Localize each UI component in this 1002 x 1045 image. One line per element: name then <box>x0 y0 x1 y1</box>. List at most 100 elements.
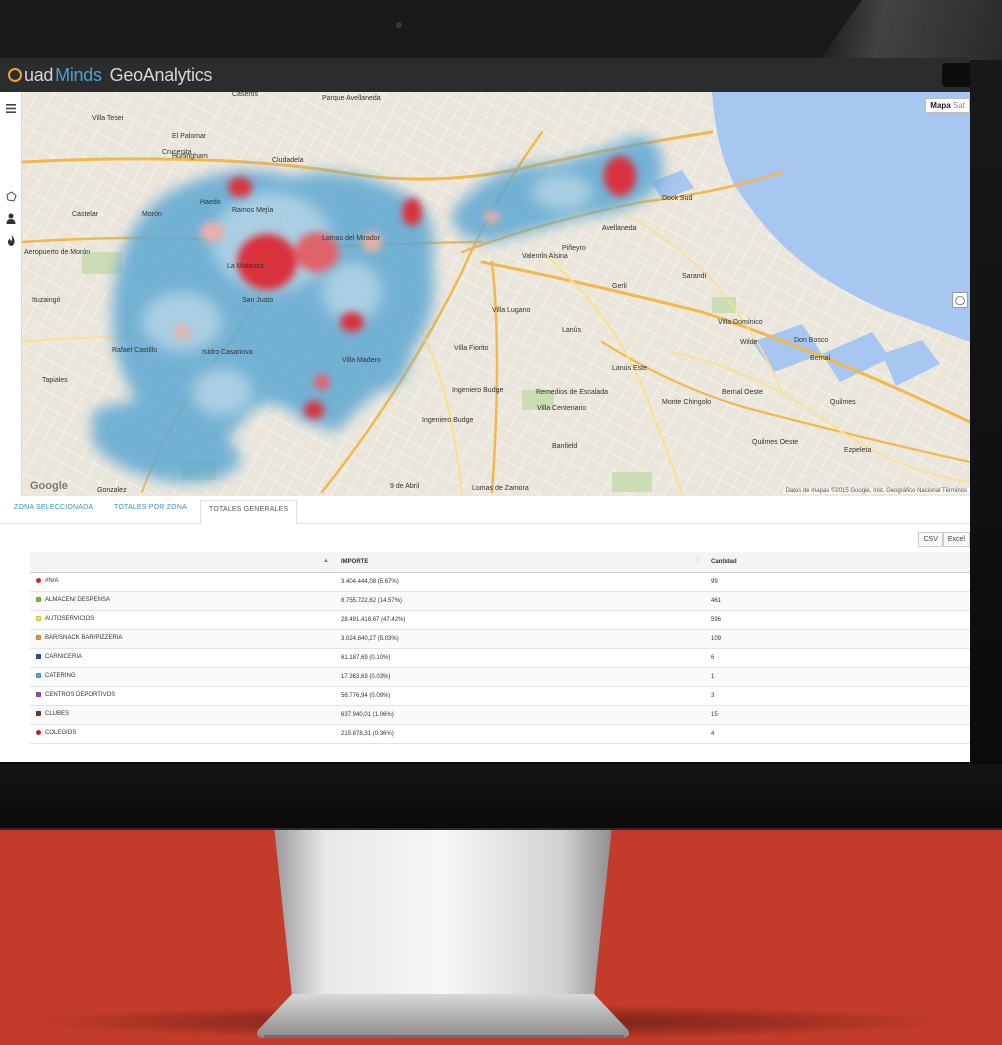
table-row[interactable]: #N/A 3.404.444,08 (5.67%) 99 <box>30 572 970 592</box>
logo-q-icon <box>8 68 22 82</box>
totals-panel: CSV Excel ▲ IMPORTE ↕ Cantidad #N/A 3.404.… <box>0 524 970 762</box>
cell-importe: 56.776,94 (0.09%) <box>335 686 705 706</box>
results-tabs: ZONA SELECCIONADA TOTALES POR ZONA TOTAL… <box>0 496 970 525</box>
logo-text-minds: Minds <box>55 64 102 85</box>
category-name: ALMACEN/ DESPENSA <box>45 597 111 604</box>
map-place-label: Ezpeleta <box>844 447 871 454</box>
category-name: CARNICERIA <box>45 654 83 661</box>
map-place-label: Villa Lugano <box>492 307 531 314</box>
map-place-label: San Justo <box>242 297 273 304</box>
table-body: #N/A 3.404.444,08 (5.67%) 99 ALMACEN/ DESPE… <box>30 572 970 744</box>
cell-cantidad: 109 <box>705 629 970 649</box>
map-place-label: Ingeniero Budge <box>452 387 503 394</box>
screen: uad Minds GeoAnalytics Villa Tesei Hurli… <box>0 58 970 762</box>
map-place-label: Ingeniero Budge <box>422 417 473 424</box>
map-place-label: Lomas del Mirador <box>322 235 381 242</box>
map-place-label: Gonzalez <box>97 487 127 494</box>
map-place-label: La Matanza <box>227 263 264 270</box>
map-place-label: Villa Tesei <box>92 115 124 122</box>
map-place-label: Villa Madero <box>342 357 381 364</box>
polygon-draw-icon[interactable] <box>2 186 20 206</box>
map-place-label: Ciudadela <box>272 157 304 164</box>
map-place-label: Caseros <box>232 92 259 98</box>
category-color-swatch <box>36 635 41 641</box>
sort-icon[interactable]: ↕ <box>696 558 699 564</box>
cell-category: AUTOSERVICIOS <box>30 610 335 630</box>
map-place-label: Villa Fiorito <box>454 345 489 352</box>
excel-button[interactable]: Excel <box>942 532 970 547</box>
category-name: COLEGIOS <box>45 730 77 737</box>
category-color-swatch <box>36 673 41 679</box>
cell-importe: 17.363,69 (0.03%) <box>335 667 705 687</box>
cell-importe: 3.024.840,27 (5.03%) <box>335 629 705 649</box>
map-place-label: Monte Chingolo <box>662 399 711 406</box>
cell-category: ALMACEN/ DESPENSA <box>30 591 335 611</box>
cell-importe: 215.878,31 (0.36%) <box>335 724 705 744</box>
fire-icon[interactable] <box>2 230 20 250</box>
csv-button[interactable]: CSV <box>918 532 943 547</box>
user-icon[interactable] <box>2 208 20 228</box>
category-name: CENTROS DEPORTIVOS <box>45 692 116 699</box>
table-row[interactable]: CARNICERIA 61.187,69 (0.10%) 6 <box>30 648 970 668</box>
category-name: BAR/SNACK BAR/PIZZERIA <box>45 635 123 642</box>
col-header-importe[interactable]: IMPORTE ↕ <box>335 552 705 573</box>
category-color-swatch <box>36 711 41 717</box>
table-row[interactable]: CATERING 17.363,69 (0.03%) 1 <box>30 667 970 687</box>
tab-totales-por-zona[interactable]: TOTALES POR ZONA <box>114 504 187 511</box>
map-credit[interactable]: Datos de mapas ©2015 Google, Inst. Geogr… <box>782 488 970 494</box>
cell-importe: 28.491.418,67 (47.42%) <box>335 610 705 630</box>
cell-category: CLUBES <box>30 705 335 725</box>
map-place-label: Ramos Mejía <box>232 207 273 214</box>
category-color-swatch <box>36 578 41 584</box>
map-type-mapa[interactable]: Mapa <box>930 101 950 110</box>
map-place-label: Tapiales <box>42 377 68 384</box>
table-row[interactable]: ALMACEN/ DESPENSA 8.755.722,62 (14.57%) 46… <box>30 591 970 611</box>
map-place-label: Bernal Oeste <box>722 389 763 396</box>
cell-cantidad: 15 <box>705 705 970 725</box>
cell-category: CENTROS DEPORTIVOS <box>30 686 335 706</box>
category-color-swatch <box>36 692 41 698</box>
map-place-label: Piñeyro <box>562 245 586 252</box>
map-place-label: Avellaneda <box>602 225 637 232</box>
map-place-label: Isidro Casanova <box>202 349 253 356</box>
cell-importe: 3.404.444,08 (5.67%) <box>335 572 705 592</box>
map-type-sat[interactable]: Sat <box>953 101 965 110</box>
table-row[interactable]: AUTOSERVICIOS 28.491.418,67 (47.42%) 596 <box>30 610 970 630</box>
app-logo[interactable]: uad Minds GeoAnalytics <box>8 62 212 88</box>
category-color-swatch <box>36 616 41 622</box>
heatmap-map[interactable]: Villa Tesei Hurlingham El Palomar Castelar M… <box>22 92 970 496</box>
menu-icon[interactable] <box>2 98 20 118</box>
table-header-row: ▲ IMPORTE ↕ Cantidad <box>30 552 970 573</box>
cell-importe: 8.755.722,62 (14.57%) <box>335 591 705 611</box>
table-row[interactable]: BAR/SNACK BAR/PIZZERIA 3.024.840,27 (5.03… <box>30 629 970 649</box>
category-name: AUTOSERVICIOS <box>45 616 95 623</box>
map-place-label: Remedios de Escalada <box>536 389 608 396</box>
tab-totales-generales[interactable]: TOTALES GENERALES <box>200 500 298 525</box>
table-row[interactable]: CENTROS DEPORTIVOS 56.776,94 (0.09%) 3 <box>30 686 970 706</box>
map-place-label: 9 de Abril <box>390 483 420 490</box>
map-canvas[interactable]: Villa TeseiHurlinghamEl PalomarCastelar M… <box>22 92 970 496</box>
sort-asc-icon[interactable]: ▲ <box>323 558 329 564</box>
map-place-label: Morón <box>142 211 162 218</box>
cell-importe: 637.940,01 (1.06%) <box>335 705 705 725</box>
map-place-label: Haedo <box>200 199 221 206</box>
map-place-label: Castelar <box>72 211 99 218</box>
map-place-label: Rafael Castillo <box>112 347 157 354</box>
map-place-label: Dock Sud <box>662 195 692 202</box>
table-row[interactable]: COLEGIOS 215.878,31 (0.36%) 4 <box>30 724 970 744</box>
col-header-cantidad[interactable]: Cantidad <box>705 552 970 573</box>
map-place-label: Sarandí <box>682 273 707 280</box>
map-place-label: Parque Avellaneda <box>322 95 381 102</box>
cell-cantidad: 6 <box>705 648 970 668</box>
monitor-chin <box>0 764 1002 830</box>
map-place-label: Wilde <box>740 339 758 346</box>
street-view-icon[interactable]: ◯ <box>952 292 968 308</box>
map-type-toggle[interactable]: Mapa Sat <box>925 98 970 113</box>
header-user-button[interactable] <box>942 63 970 87</box>
table-row[interactable]: CLUBES 637.940,01 (1.06%) 15 <box>30 705 970 725</box>
col-header-category[interactable]: ▲ <box>30 552 335 573</box>
app-header: uad Minds GeoAnalytics <box>0 58 970 92</box>
tab-zona-seleccionada[interactable]: ZONA SELECCIONADA <box>14 504 93 511</box>
map-place-label: Crucecita <box>162 149 192 156</box>
map-place-label: Ituzaingó <box>32 297 61 304</box>
